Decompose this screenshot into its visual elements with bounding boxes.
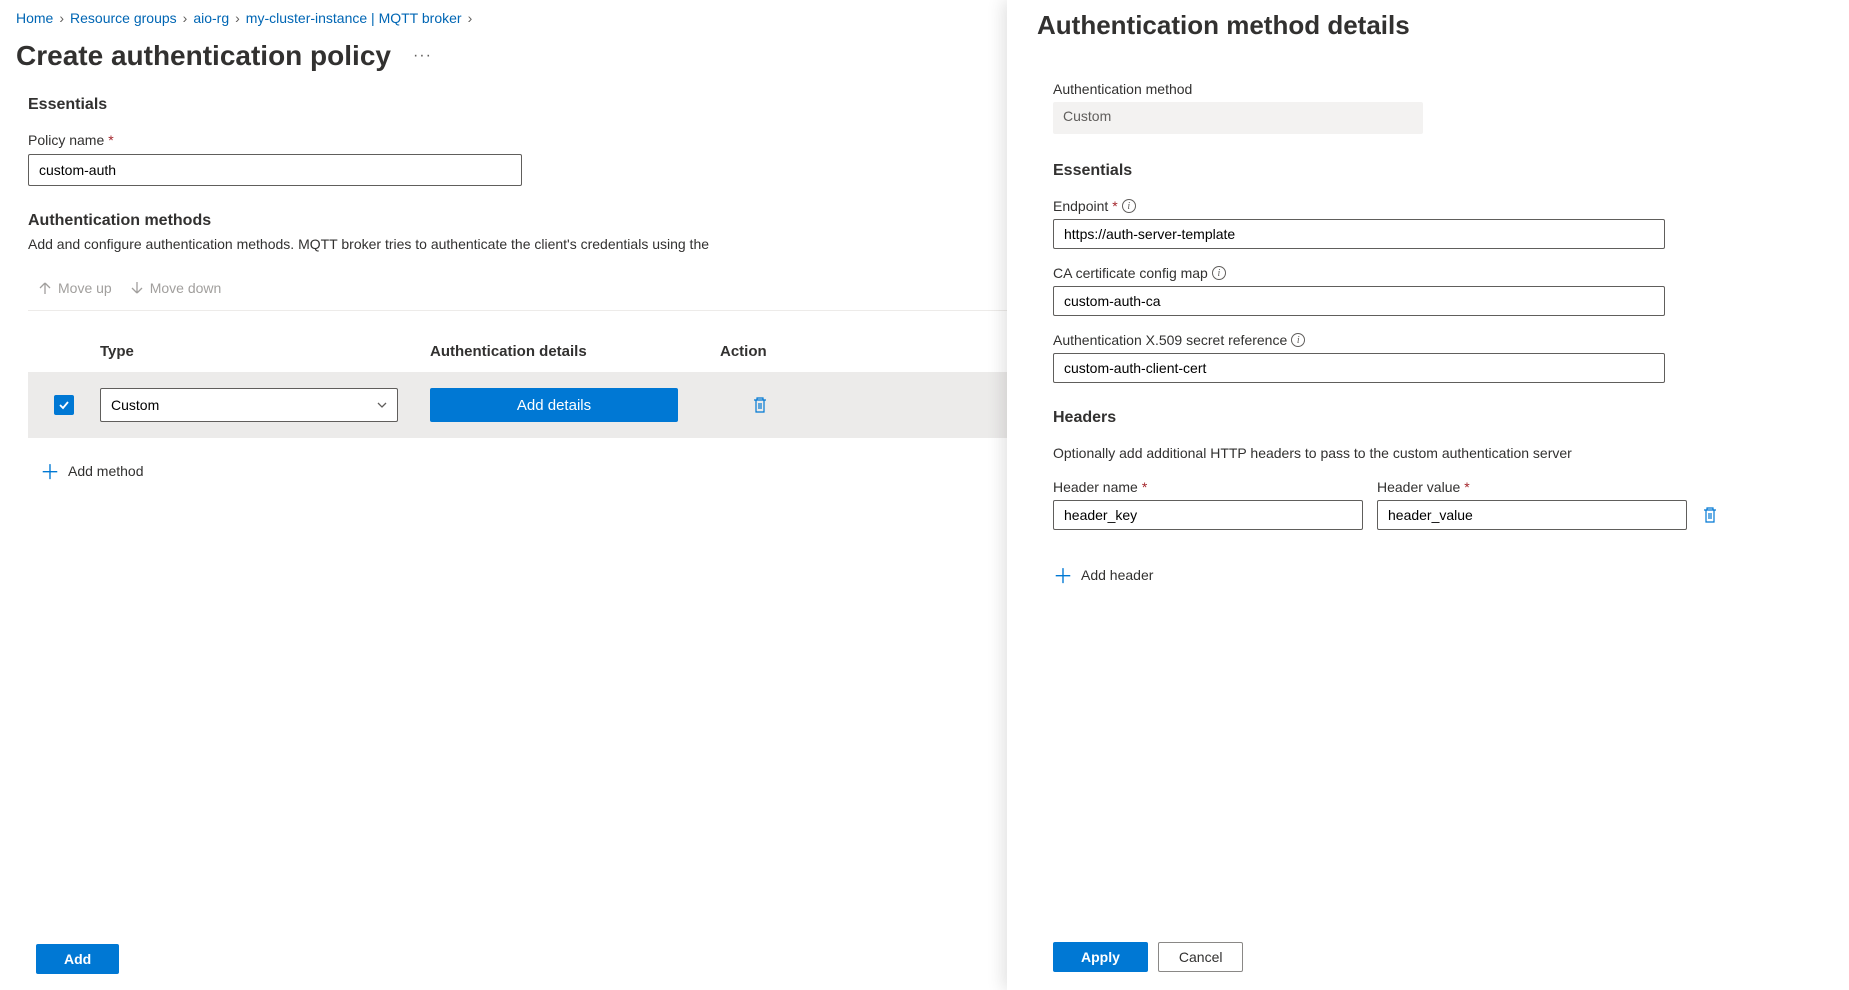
plus-icon: ＋ [1053, 560, 1073, 589]
header-name-label: Header name * [1053, 479, 1363, 495]
info-icon[interactable]: i [1291, 333, 1305, 347]
policy-name-input[interactable] [28, 154, 522, 186]
column-action: Action [720, 343, 800, 360]
header-value-input[interactable] [1377, 500, 1687, 530]
checkmark-icon [58, 399, 70, 411]
details-panel: Authentication method details Authentica… [1007, 0, 1849, 990]
apply-button[interactable]: Apply [1053, 942, 1148, 972]
x509-secret-label: Authentication X.509 secret reference i [1053, 332, 1831, 348]
breadcrumb-cluster-instance[interactable]: my-cluster-instance | MQTT broker [246, 10, 462, 26]
ca-config-input[interactable] [1053, 286, 1665, 316]
move-up-button[interactable]: Move up [38, 280, 112, 296]
header-value-label: Header value * [1377, 479, 1687, 495]
add-details-button[interactable]: Add details [430, 388, 678, 422]
auth-method-value: Custom [1053, 102, 1423, 134]
header-row: Header name * Header value * [1053, 479, 1831, 530]
arrow-down-icon [130, 281, 144, 295]
info-icon[interactable]: i [1212, 266, 1226, 280]
row-checkbox[interactable] [54, 395, 74, 415]
chevron-right-icon: › [183, 10, 188, 26]
ca-config-label: CA certificate config map i [1053, 265, 1831, 281]
arrow-up-icon [38, 281, 52, 295]
headers-title: Headers [1053, 409, 1831, 427]
cancel-button[interactable]: Cancel [1158, 942, 1244, 972]
breadcrumb-home[interactable]: Home [16, 10, 53, 26]
endpoint-label: Endpoint * i [1053, 198, 1831, 214]
required-indicator: * [108, 132, 113, 148]
panel-footer: Apply Cancel [1037, 928, 1831, 990]
breadcrumb-aio-rg[interactable]: aio-rg [193, 10, 229, 26]
chevron-right-icon: › [59, 10, 64, 26]
chevron-right-icon: › [235, 10, 240, 26]
required-indicator: * [1112, 198, 1117, 214]
info-icon[interactable]: i [1122, 199, 1136, 213]
page-title: Create authentication policy [16, 40, 391, 72]
add-header-button[interactable]: ＋ Add header [1053, 542, 1831, 607]
header-name-input[interactable] [1053, 500, 1363, 530]
footer-bar: Add [0, 928, 155, 990]
chevron-right-icon: › [468, 10, 473, 26]
more-actions-button[interactable]: ··· [407, 43, 438, 69]
plus-icon: ＋ [40, 456, 60, 485]
column-type: Type [100, 343, 430, 360]
breadcrumb-resource-groups[interactable]: Resource groups [70, 10, 177, 26]
headers-description: Optionally add additional HTTP headers t… [1053, 445, 1831, 461]
move-down-button[interactable]: Move down [130, 280, 222, 296]
delete-header-button[interactable] [1701, 506, 1719, 530]
panel-title: Authentication method details [1037, 6, 1831, 41]
trash-icon [751, 396, 769, 414]
trash-icon [1701, 506, 1719, 524]
panel-essentials-title: Essentials [1053, 162, 1831, 180]
delete-row-button[interactable] [720, 396, 800, 414]
required-indicator: * [1142, 479, 1147, 495]
x509-secret-input[interactable] [1053, 353, 1665, 383]
add-button[interactable]: Add [36, 944, 119, 974]
type-select[interactable]: Custom [100, 388, 398, 422]
auth-method-label: Authentication method [1053, 81, 1831, 97]
endpoint-input[interactable] [1053, 219, 1665, 249]
column-details: Authentication details [430, 343, 720, 360]
required-indicator: * [1464, 479, 1469, 495]
